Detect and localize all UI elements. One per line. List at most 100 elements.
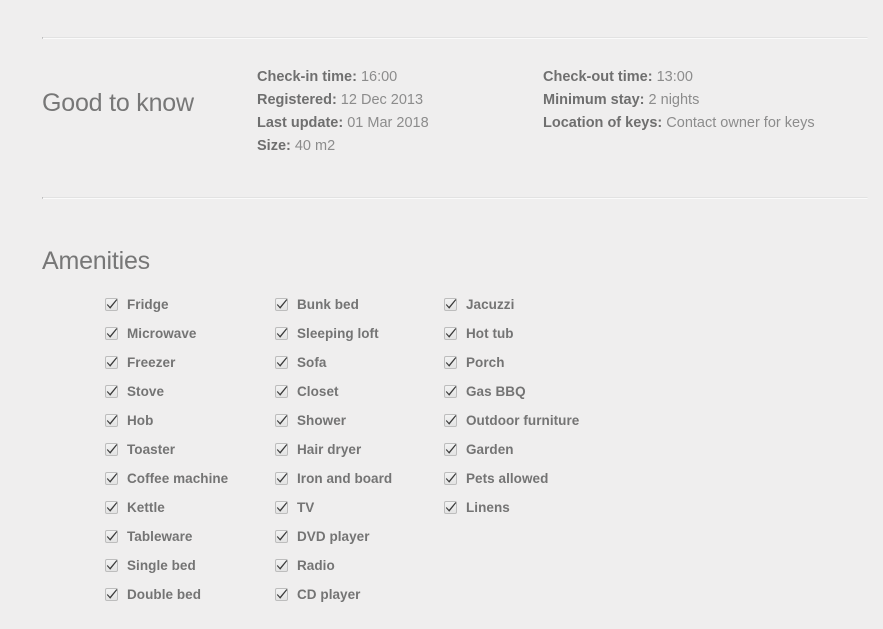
checkmark-icon[interactable] xyxy=(275,356,288,369)
amenity-item[interactable]: Toaster xyxy=(105,435,228,464)
amenity-label: Linens xyxy=(466,499,510,515)
amenity-item[interactable]: Kettle xyxy=(105,493,228,522)
amenity-item[interactable]: Stove xyxy=(105,377,228,406)
amenity-item[interactable]: Sofa xyxy=(275,348,392,377)
good-to-know-column-right: Check-out time: 13:00 Minimum stay: 2 nig… xyxy=(543,66,833,135)
checkmark-icon[interactable] xyxy=(275,385,288,398)
info-value: 16:00 xyxy=(356,69,398,85)
amenity-label: Stove xyxy=(127,383,165,399)
checkmark-icon[interactable] xyxy=(275,443,288,456)
amenity-item[interactable]: Microwave xyxy=(105,319,228,348)
checkmark-icon[interactable] xyxy=(105,414,118,427)
amenity-label: Single bed xyxy=(127,557,196,573)
checkmark-icon[interactable] xyxy=(105,501,118,514)
checkmark-icon[interactable] xyxy=(105,327,118,340)
info-value: 01 Mar 2018 xyxy=(343,115,429,131)
amenity-label: CD player xyxy=(297,586,361,602)
info-row: Minimum stay: 2 nights xyxy=(543,89,833,112)
amenity-item[interactable]: Shower xyxy=(275,406,392,435)
property-details-page: Good to know Check-in time: 16:00 Registe… xyxy=(0,0,883,629)
amenities-column-3: Jacuzzi Hot tub Porch Gas BBQ Outdoor furnit… xyxy=(444,290,579,522)
checkmark-icon[interactable] xyxy=(105,443,118,456)
checkmark-icon[interactable] xyxy=(444,298,457,311)
checkmark-icon[interactable] xyxy=(275,472,288,485)
checkmark-icon[interactable] xyxy=(105,530,118,543)
checkmark-icon[interactable] xyxy=(444,414,457,427)
amenity-label: Kettle xyxy=(127,499,165,515)
checkmark-icon[interactable] xyxy=(275,501,288,514)
amenity-label: Bunk bed xyxy=(297,296,359,312)
amenity-item[interactable]: Iron and board xyxy=(275,464,392,493)
amenity-item[interactable]: Outdoor furniture xyxy=(444,406,579,435)
amenities-column-2: Bunk bed Sleeping loft Sofa Closet Shower Hai… xyxy=(275,290,392,609)
info-label: Last update: xyxy=(257,115,344,131)
checkmark-icon[interactable] xyxy=(275,298,288,311)
checkmark-icon[interactable] xyxy=(105,472,118,485)
checkmark-icon[interactable] xyxy=(444,443,457,456)
amenity-item[interactable]: Tableware xyxy=(105,522,228,551)
amenity-item[interactable]: Hob xyxy=(105,406,228,435)
good-to-know-section: Good to know Check-in time: 16:00 Registe… xyxy=(0,58,883,178)
amenity-label: Hot tub xyxy=(466,325,514,341)
checkmark-icon[interactable] xyxy=(444,327,457,340)
amenity-item[interactable]: CD player xyxy=(275,580,392,609)
amenity-label: Toaster xyxy=(127,441,176,457)
amenity-item[interactable]: TV xyxy=(275,493,392,522)
checkmark-icon[interactable] xyxy=(105,588,118,601)
amenity-item[interactable]: Porch xyxy=(444,348,579,377)
amenity-item[interactable]: Garden xyxy=(444,435,579,464)
amenity-item[interactable]: Linens xyxy=(444,493,579,522)
amenity-item[interactable]: Sleeping loft xyxy=(275,319,392,348)
amenity-item[interactable]: Fridge xyxy=(105,290,228,319)
info-row: Location of keys: Contact owner for keys xyxy=(543,112,833,135)
info-label: Size: xyxy=(257,138,291,154)
divider-middle xyxy=(42,197,868,199)
info-row: Size: 40 m2 xyxy=(257,135,527,158)
info-value: 2 nights xyxy=(644,92,700,108)
checkmark-icon[interactable] xyxy=(444,501,457,514)
amenity-item[interactable]: Radio xyxy=(275,551,392,580)
amenity-item[interactable]: Gas BBQ xyxy=(444,377,579,406)
amenity-item[interactable]: Pets allowed xyxy=(444,464,579,493)
info-value: 12 Dec 2013 xyxy=(336,92,424,108)
amenity-label: Sleeping loft xyxy=(297,325,379,341)
amenity-item[interactable]: Double bed xyxy=(105,580,228,609)
checkmark-icon[interactable] xyxy=(444,385,457,398)
amenity-label: Hob xyxy=(127,412,154,428)
amenity-label: DVD player xyxy=(297,528,370,544)
info-row: Last update: 01 Mar 2018 xyxy=(257,112,527,135)
checkmark-icon[interactable] xyxy=(275,530,288,543)
checkmark-icon[interactable] xyxy=(275,588,288,601)
info-label: Check-out time: xyxy=(543,69,653,85)
amenity-label: Jacuzzi xyxy=(466,296,515,312)
amenity-item[interactable]: Coffee machine xyxy=(105,464,228,493)
info-row: Check-out time: 13:00 xyxy=(543,66,833,89)
checkmark-icon[interactable] xyxy=(105,559,118,572)
info-label: Registered: xyxy=(257,92,337,108)
good-to-know-heading: Good to know xyxy=(42,89,194,117)
amenity-label: Gas BBQ xyxy=(466,383,526,399)
amenity-item[interactable]: Bunk bed xyxy=(275,290,392,319)
checkmark-icon[interactable] xyxy=(105,356,118,369)
amenity-item[interactable]: DVD player xyxy=(275,522,392,551)
amenity-item[interactable]: Jacuzzi xyxy=(444,290,579,319)
amenity-item[interactable]: Hair dryer xyxy=(275,435,392,464)
amenities-heading: Amenities xyxy=(42,247,150,275)
amenity-label: Sofa xyxy=(297,354,327,370)
amenity-label: TV xyxy=(297,499,315,515)
checkmark-icon[interactable] xyxy=(444,356,457,369)
checkmark-icon[interactable] xyxy=(105,385,118,398)
checkmark-icon[interactable] xyxy=(275,327,288,340)
amenity-label: Pets allowed xyxy=(466,470,549,486)
amenity-item[interactable]: Freezer xyxy=(105,348,228,377)
checkmark-icon[interactable] xyxy=(275,414,288,427)
checkmark-icon[interactable] xyxy=(275,559,288,572)
checkmark-icon[interactable] xyxy=(105,298,118,311)
amenity-label: Porch xyxy=(466,354,505,370)
amenity-item[interactable]: Single bed xyxy=(105,551,228,580)
amenity-item[interactable]: Closet xyxy=(275,377,392,406)
info-label: Location of keys: xyxy=(543,115,663,131)
amenity-item[interactable]: Hot tub xyxy=(444,319,579,348)
info-value: 40 m2 xyxy=(290,138,336,154)
checkmark-icon[interactable] xyxy=(444,472,457,485)
